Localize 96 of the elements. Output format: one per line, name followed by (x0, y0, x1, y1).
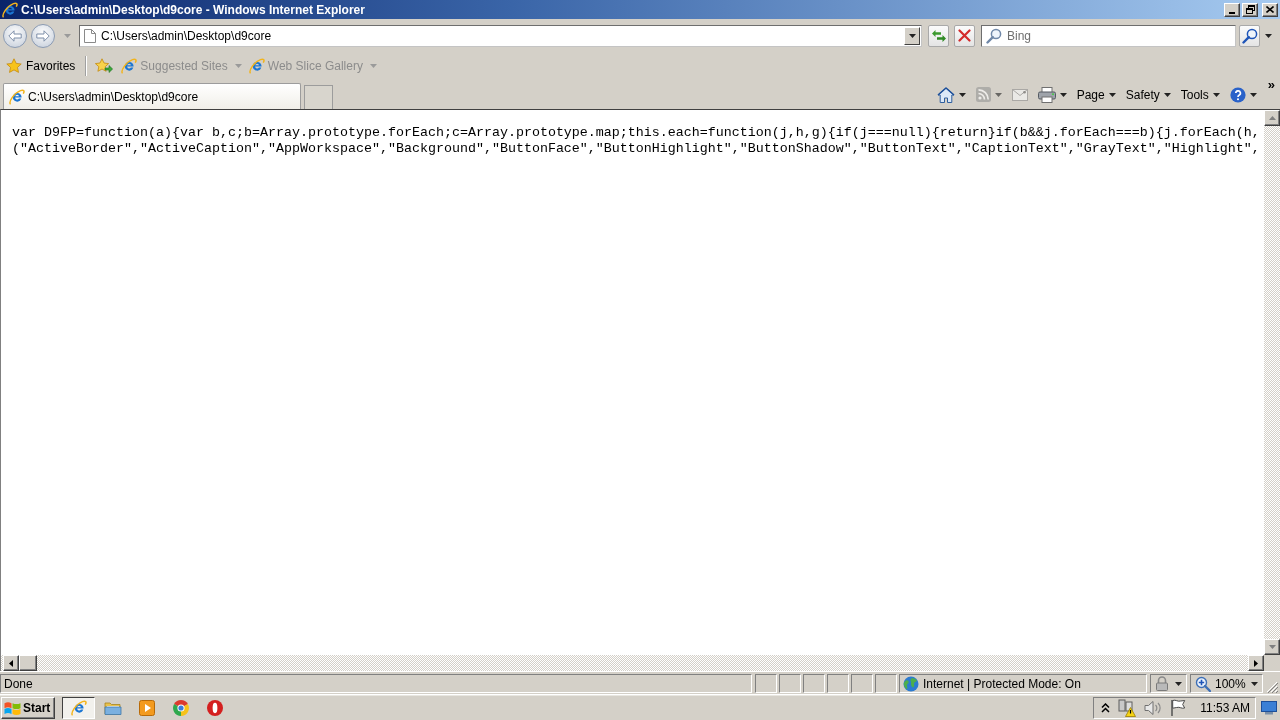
zoom-icon (1195, 675, 1211, 692)
caret-icon (1163, 92, 1171, 97)
e-logo-icon (248, 58, 265, 74)
o-logo-icon (206, 699, 223, 716)
cross-icon (958, 29, 971, 42)
zone-text: Internet | Protected Mode: On (923, 676, 1081, 691)
page-icon (84, 28, 96, 43)
feed-icon (975, 87, 991, 102)
folder-icon (103, 699, 122, 716)
flag-icon[interactable] (1170, 699, 1187, 716)
taskbar-button[interactable] (62, 696, 95, 719)
print-button[interactable] (1036, 84, 1068, 105)
right-arrow-icon (1254, 659, 1258, 667)
network-icon[interactable] (1118, 698, 1137, 717)
restore-button[interactable] (1242, 2, 1258, 17)
menu-button[interactable]: Tools (1179, 85, 1221, 104)
zoom-button[interactable]: 100% (1190, 674, 1263, 693)
favorites-button[interactable]: Favorites (3, 56, 79, 76)
caret-icon (369, 64, 377, 68)
stop-button[interactable] (954, 24, 975, 47)
help-button[interactable] (1228, 84, 1258, 105)
scroll-up-button[interactable] (1264, 110, 1280, 126)
help-icon (1229, 86, 1246, 103)
forward-arrow-icon (36, 29, 50, 42)
code-line: var D9FP=function(a){var b,c;b=Array.prototype.forEach;c=Array.prototype.map;this.each=function(j,h,g){if(j===null){return}if(b&&j.forEach===b){j.forEach(h, (12, 125, 1261, 141)
security-button[interactable] (1150, 674, 1187, 693)
caret-icon (958, 92, 966, 97)
caret-icon (1175, 681, 1182, 686)
e-logo-icon (70, 699, 87, 716)
status-text: Done (0, 674, 752, 693)
scroll-left-button[interactable] (3, 655, 19, 671)
e-logo-icon (121, 58, 138, 74)
start-button[interactable]: Start (1, 696, 55, 719)
search-icon (1241, 27, 1258, 44)
caret-icon (1251, 681, 1258, 686)
caret-icon (234, 64, 242, 68)
address-dropdown-button[interactable] (904, 26, 920, 45)
chevron-up-icon[interactable] (1101, 702, 1111, 713)
circle-logo-icon (172, 699, 189, 716)
vertical-scrollbar[interactable] (1264, 110, 1280, 655)
menu-button[interactable]: Safety (1124, 85, 1172, 104)
minimize-icon (1229, 11, 1235, 14)
windows-flag-icon (4, 699, 21, 716)
e-logo-icon (9, 88, 25, 105)
caret-icon (908, 33, 916, 38)
search-field[interactable]: Bing (981, 24, 1236, 47)
home-button[interactable] (935, 84, 967, 105)
speaker-icon[interactable] (1144, 699, 1163, 716)
forward-button[interactable] (31, 23, 55, 48)
caret-icon (1059, 92, 1067, 97)
back-arrow-icon (8, 29, 22, 42)
more-button[interactable]: » (1265, 78, 1277, 91)
scroll-down-button[interactable] (1264, 639, 1280, 655)
desktop-icon (1261, 700, 1277, 715)
caret-icon (1108, 92, 1116, 97)
star-arrow-icon (95, 58, 114, 74)
horizontal-scrollbar[interactable] (1, 655, 1264, 671)
close-icon (1266, 6, 1274, 13)
refresh-icon (930, 28, 947, 43)
caret-icon (994, 92, 1002, 97)
search-icon (986, 27, 1002, 44)
play-icon (138, 699, 155, 716)
status-pane (803, 674, 825, 693)
caret-icon (63, 33, 71, 38)
refresh-button[interactable] (928, 24, 949, 47)
address-field[interactable]: C:\Users\admin\Desktop\d9core (79, 24, 922, 47)
window-title: C:\Users\admin\Desktop\d9core - Windows Internet Explorer (20, 2, 366, 17)
status-pane (827, 674, 849, 693)
status-pane (755, 674, 777, 693)
scroll-right-button[interactable] (1248, 655, 1264, 671)
lock-icon (1155, 676, 1169, 691)
e-logo-icon (2, 1, 18, 18)
status-pane (851, 674, 873, 693)
close-button[interactable] (1262, 2, 1278, 17)
mail-icon (1011, 88, 1028, 101)
status-pane (875, 674, 897, 693)
caret-icon (1212, 92, 1220, 97)
globe-icon (903, 675, 919, 692)
caret-icon (1264, 33, 1272, 38)
home-icon (936, 86, 955, 103)
menu-button[interactable]: Page (1075, 85, 1117, 104)
left-arrow-icon (9, 659, 13, 667)
star-icon (6, 58, 22, 74)
restore-icon (1245, 5, 1255, 14)
down-arrow-icon (1268, 645, 1276, 649)
back-button[interactable] (3, 23, 27, 48)
printer-icon (1037, 86, 1056, 103)
tab[interactable]: C:\Users\admin\Desktop\d9core (3, 83, 301, 109)
scrollbar-thumb[interactable] (19, 655, 37, 671)
caret-icon (1249, 92, 1257, 97)
search-button[interactable] (1239, 24, 1260, 47)
up-arrow-icon (1268, 116, 1276, 120)
status-pane (779, 674, 801, 693)
minimize-button[interactable] (1224, 2, 1240, 17)
code-line: ("ActiveBorder","ActiveCaption","AppWorkspace","Background","ButtonFace","ButtonHighlight","ButtonShadow","ButtonText","CaptionText","GrayText","Highlight", (12, 141, 1261, 157)
clock-text: 11:53 AM (1200, 700, 1250, 715)
